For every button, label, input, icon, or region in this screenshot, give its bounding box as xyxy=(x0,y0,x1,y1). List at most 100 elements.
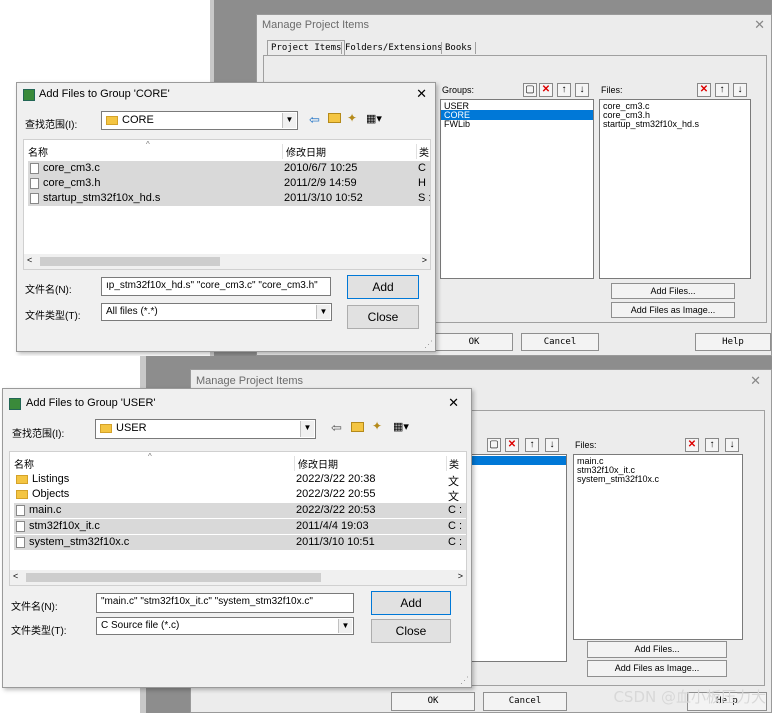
files-list[interactable]: core_cm3.c core_cm3.h startup_stm32f10x_… xyxy=(599,99,751,279)
file-date: 2011/3/10 10:51 xyxy=(296,536,375,548)
filename-input[interactable]: ıp_stm32f10x_hd.s" "core_cm3.c" "core_cm… xyxy=(101,277,331,296)
manage-window-title: Manage Project Items xyxy=(262,19,369,31)
resize-grip-icon[interactable]: ⋰ xyxy=(424,339,433,350)
up-arrow-icon[interactable]: ↑ xyxy=(715,83,729,97)
new-folder-icon[interactable]: ▢ xyxy=(487,438,501,452)
files-list[interactable]: main.c stm32f10x_it.c system_stm32f10x.c xyxy=(573,454,743,640)
horizontal-scrollbar[interactable]: < > xyxy=(10,570,466,585)
group-item-fwlib[interactable]: FWLib xyxy=(444,119,470,129)
scroll-left-icon[interactable]: < xyxy=(13,571,18,581)
close-button[interactable]: Close xyxy=(371,619,451,643)
up-arrow-icon[interactable]: ↑ xyxy=(557,83,571,97)
list-item[interactable]: stm32f10x_it.c 2011/4/4 19:03 C : xyxy=(14,519,466,534)
add-files-button[interactable]: Add Files... xyxy=(587,641,727,658)
delete-icon[interactable]: ✕ xyxy=(697,83,711,97)
resize-grip-icon[interactable]: ⋰ xyxy=(460,675,469,686)
folder-up-icon[interactable] xyxy=(351,422,364,432)
tab-books[interactable]: Books xyxy=(441,42,477,54)
delete-icon[interactable]: ✕ xyxy=(539,83,553,97)
column-header-date[interactable]: 修改日期 xyxy=(282,144,326,159)
column-header-type[interactable]: 类 xyxy=(416,144,429,159)
close-icon[interactable]: ✕ xyxy=(416,86,427,102)
list-item[interactable]: core_cm3.h 2011/2/9 14:59 H : xyxy=(28,176,430,191)
back-arrow-icon[interactable]: ⇦ xyxy=(309,112,320,128)
column-header-type[interactable]: 类 xyxy=(446,456,459,471)
filetype-select[interactable]: C Source file (*.c) ▼ xyxy=(96,617,354,635)
look-in-select[interactable]: CORE ▼ xyxy=(101,111,298,130)
chevron-down-icon[interactable]: ▼ xyxy=(300,421,314,437)
delete-icon[interactable]: ✕ xyxy=(685,438,699,452)
file-date: 2022/3/22 20:38 xyxy=(296,473,376,485)
list-item[interactable]: main.c 2022/3/22 20:53 C : xyxy=(14,503,466,518)
folder-icon xyxy=(100,423,112,433)
file-name: startup_stm32f10x_hd.s xyxy=(43,192,161,204)
filename-input[interactable]: "main.c" "stm32f10x_it.c" "system_stm32f… xyxy=(96,593,354,613)
cancel-button[interactable]: Cancel xyxy=(483,692,567,711)
view-menu-icon[interactable]: ▦▾ xyxy=(393,420,409,433)
up-arrow-icon[interactable]: ↑ xyxy=(525,438,539,452)
scroll-right-icon[interactable]: > xyxy=(458,571,463,581)
add-button[interactable]: Add xyxy=(347,275,419,299)
cancel-button[interactable]: Cancel xyxy=(521,333,599,351)
chevron-down-icon[interactable]: ▼ xyxy=(338,619,352,633)
add-files-button[interactable]: Add Files... xyxy=(611,283,735,299)
horizontal-scrollbar[interactable]: < > xyxy=(24,254,430,269)
down-arrow-icon[interactable]: ↓ xyxy=(733,83,747,97)
top-screenshot: Manage Project Items ✕ Project Items Fol… xyxy=(0,0,772,356)
file-name: system_stm32f10x.c xyxy=(29,536,130,548)
folder-up-icon[interactable] xyxy=(328,113,341,123)
add-files-as-image-button[interactable]: Add Files as Image... xyxy=(587,660,727,677)
tab-project-items[interactable]: Project Items xyxy=(267,40,346,55)
column-header-date[interactable]: 修改日期 xyxy=(294,456,338,471)
new-folder-icon[interactable]: ▢ xyxy=(523,83,537,97)
scroll-left-icon[interactable]: < xyxy=(27,255,32,265)
list-item[interactable]: core_cm3.c 2010/6/7 10:25 C : xyxy=(28,161,430,176)
group-item-user-selected[interactable] xyxy=(462,456,566,465)
filetype-select[interactable]: All files (*.*) ▼ xyxy=(101,303,332,321)
ok-button[interactable]: OK xyxy=(435,333,513,351)
add-button[interactable]: Add xyxy=(371,591,451,615)
close-icon[interactable]: ✕ xyxy=(754,17,765,33)
up-arrow-icon[interactable]: ↑ xyxy=(705,438,719,452)
add-files-as-image-button[interactable]: Add Files as Image... xyxy=(611,302,735,318)
file-list[interactable]: 名称 ^ 修改日期 类 Listings 2022/3/22 20:38 文 O… xyxy=(9,451,467,586)
new-folder-icon[interactable]: ✦ xyxy=(347,111,357,125)
file-type: C : xyxy=(418,162,431,174)
scrollbar-thumb[interactable] xyxy=(40,257,220,266)
down-arrow-icon[interactable]: ↓ xyxy=(575,83,589,97)
list-item[interactable]: system_stm32f10x.c 2011/3/10 10:51 C : xyxy=(14,535,466,550)
column-header-name[interactable]: 名称 xyxy=(14,456,34,471)
down-arrow-icon[interactable]: ↓ xyxy=(725,438,739,452)
file-icon xyxy=(16,536,25,548)
list-item[interactable]: Objects 2022/3/22 20:55 文 xyxy=(14,487,466,503)
groups-label: Groups: xyxy=(442,85,475,95)
close-button[interactable]: Close xyxy=(347,305,419,329)
file-type: H : xyxy=(418,177,431,189)
file-list[interactable]: 名称 ^ 修改日期 类 core_cm3.c 2010/6/7 10:25 C … xyxy=(23,139,431,270)
new-folder-icon[interactable]: ✦ xyxy=(372,419,382,433)
chevron-down-icon[interactable]: ▼ xyxy=(316,305,330,319)
tab-folders-extensions[interactable]: Folders/Extensions xyxy=(341,42,446,54)
filename-label: 文件名(N): xyxy=(11,602,58,613)
help-button[interactable]: Help xyxy=(695,333,771,351)
list-item[interactable]: startup_stm32f10x_hd.s 2011/3/10 10:52 S… xyxy=(28,191,430,206)
scrollbar-thumb[interactable] xyxy=(26,573,321,582)
close-icon[interactable]: ✕ xyxy=(448,395,459,411)
look-in-select[interactable]: USER ▼ xyxy=(95,419,316,439)
back-arrow-icon[interactable]: ⇦ xyxy=(331,420,342,436)
look-in-label: 查找范围(I): xyxy=(25,120,78,131)
scroll-right-icon[interactable]: > xyxy=(422,255,427,265)
chevron-down-icon[interactable]: ▼ xyxy=(282,113,296,128)
view-menu-icon[interactable]: ▦▾ xyxy=(366,112,382,125)
groups-list[interactable] xyxy=(461,454,567,662)
file-item[interactable]: system_stm32f10x.c xyxy=(577,474,659,484)
column-header-name[interactable]: 名称 xyxy=(28,144,48,159)
file-date: 2011/3/10 10:52 xyxy=(284,192,363,204)
list-item[interactable]: Listings 2022/3/22 20:38 文 xyxy=(14,472,466,488)
down-arrow-icon[interactable]: ↓ xyxy=(545,438,559,452)
file-item[interactable]: startup_stm32f10x_hd.s xyxy=(603,119,699,129)
groups-list[interactable]: USER CORE FWLib xyxy=(440,99,594,279)
ok-button[interactable]: OK xyxy=(391,692,475,711)
close-icon[interactable]: ✕ xyxy=(750,373,761,389)
delete-icon[interactable]: ✕ xyxy=(505,438,519,452)
